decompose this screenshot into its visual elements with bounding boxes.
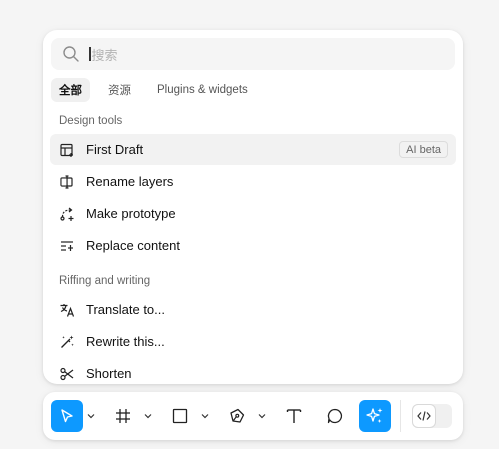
pen-tool-button[interactable] [221, 400, 253, 432]
shape-tool-dropdown[interactable] [199, 400, 211, 432]
move-tool-dropdown[interactable] [85, 400, 97, 432]
menu-item-label: Replace content [86, 238, 180, 253]
shape-tool-button[interactable] [164, 400, 196, 432]
rename-icon [50, 166, 84, 197]
cursor-icon [58, 407, 76, 425]
ai-beta-badge: AI beta [399, 141, 448, 158]
comment-tool-button[interactable] [319, 400, 351, 432]
shorten-icon [50, 358, 84, 384]
bottom-toolbar [43, 392, 463, 440]
magic-wand-icon [50, 326, 84, 357]
search-box[interactable]: 搜索 [51, 38, 455, 70]
move-tool-button[interactable] [51, 400, 83, 432]
tab-plugins-widgets[interactable]: Plugins & widgets [149, 78, 256, 102]
text-icon [285, 407, 303, 425]
rectangle-icon [171, 407, 189, 425]
search-icon [55, 38, 87, 70]
frame-icon [114, 407, 132, 425]
menu-item-label: Rewrite this... [86, 334, 165, 349]
menu-item-rename-layers[interactable]: Rename layers [50, 166, 456, 197]
tab-bar: 全部 资源 Plugins & widgets [51, 78, 256, 102]
frame-tool-button[interactable] [107, 400, 139, 432]
translate-icon [50, 294, 84, 325]
tab-resources[interactable]: 资源 [100, 78, 139, 102]
comment-icon [326, 407, 344, 425]
prototype-icon [50, 198, 84, 229]
menu-item-translate[interactable]: Translate to... [50, 294, 456, 325]
chevron-down-icon [201, 413, 209, 419]
menu-item-make-prototype[interactable]: Make prototype [50, 198, 456, 229]
menu-item-label: First Draft [86, 142, 144, 157]
chevron-down-icon [258, 413, 266, 419]
section-title-design-tools: Design tools [59, 115, 123, 127]
menu-item-first-draft[interactable]: First Draft AI beta [50, 134, 456, 165]
chevron-down-icon [144, 413, 152, 419]
menu-item-label: Make prototype [86, 206, 176, 221]
actions-panel: 搜索 全部 资源 Plugins & widgets Design tools … [43, 30, 463, 384]
layout-icon [50, 134, 84, 165]
frame-tool-dropdown[interactable] [142, 400, 154, 432]
chevron-down-icon [87, 413, 95, 419]
tab-all[interactable]: 全部 [51, 78, 90, 102]
dev-mode-toggle[interactable] [412, 404, 452, 428]
menu-item-shorten[interactable]: Shorten [50, 358, 456, 384]
search-input[interactable]: 搜索 [92, 45, 118, 64]
ai-tool-button[interactable] [359, 400, 391, 432]
sparkle-icon [365, 406, 385, 426]
code-icon [413, 405, 435, 427]
section-title-riffing-writing: Riffing and writing [59, 275, 151, 287]
menu-item-rewrite[interactable]: Rewrite this... [50, 326, 456, 357]
toolbar-divider [400, 400, 401, 432]
replace-content-icon [50, 230, 84, 261]
text-tool-button[interactable] [278, 400, 310, 432]
menu-item-label: Rename layers [86, 174, 174, 189]
menu-item-label: Translate to... [86, 302, 165, 317]
text-cursor [89, 47, 91, 61]
pen-icon [228, 407, 246, 425]
menu-item-replace-content[interactable]: Replace content [50, 230, 456, 261]
menu-item-label: Shorten [86, 366, 132, 381]
pen-tool-dropdown[interactable] [256, 400, 268, 432]
page: 搜索 全部 资源 Plugins & widgets Design tools … [0, 0, 499, 449]
